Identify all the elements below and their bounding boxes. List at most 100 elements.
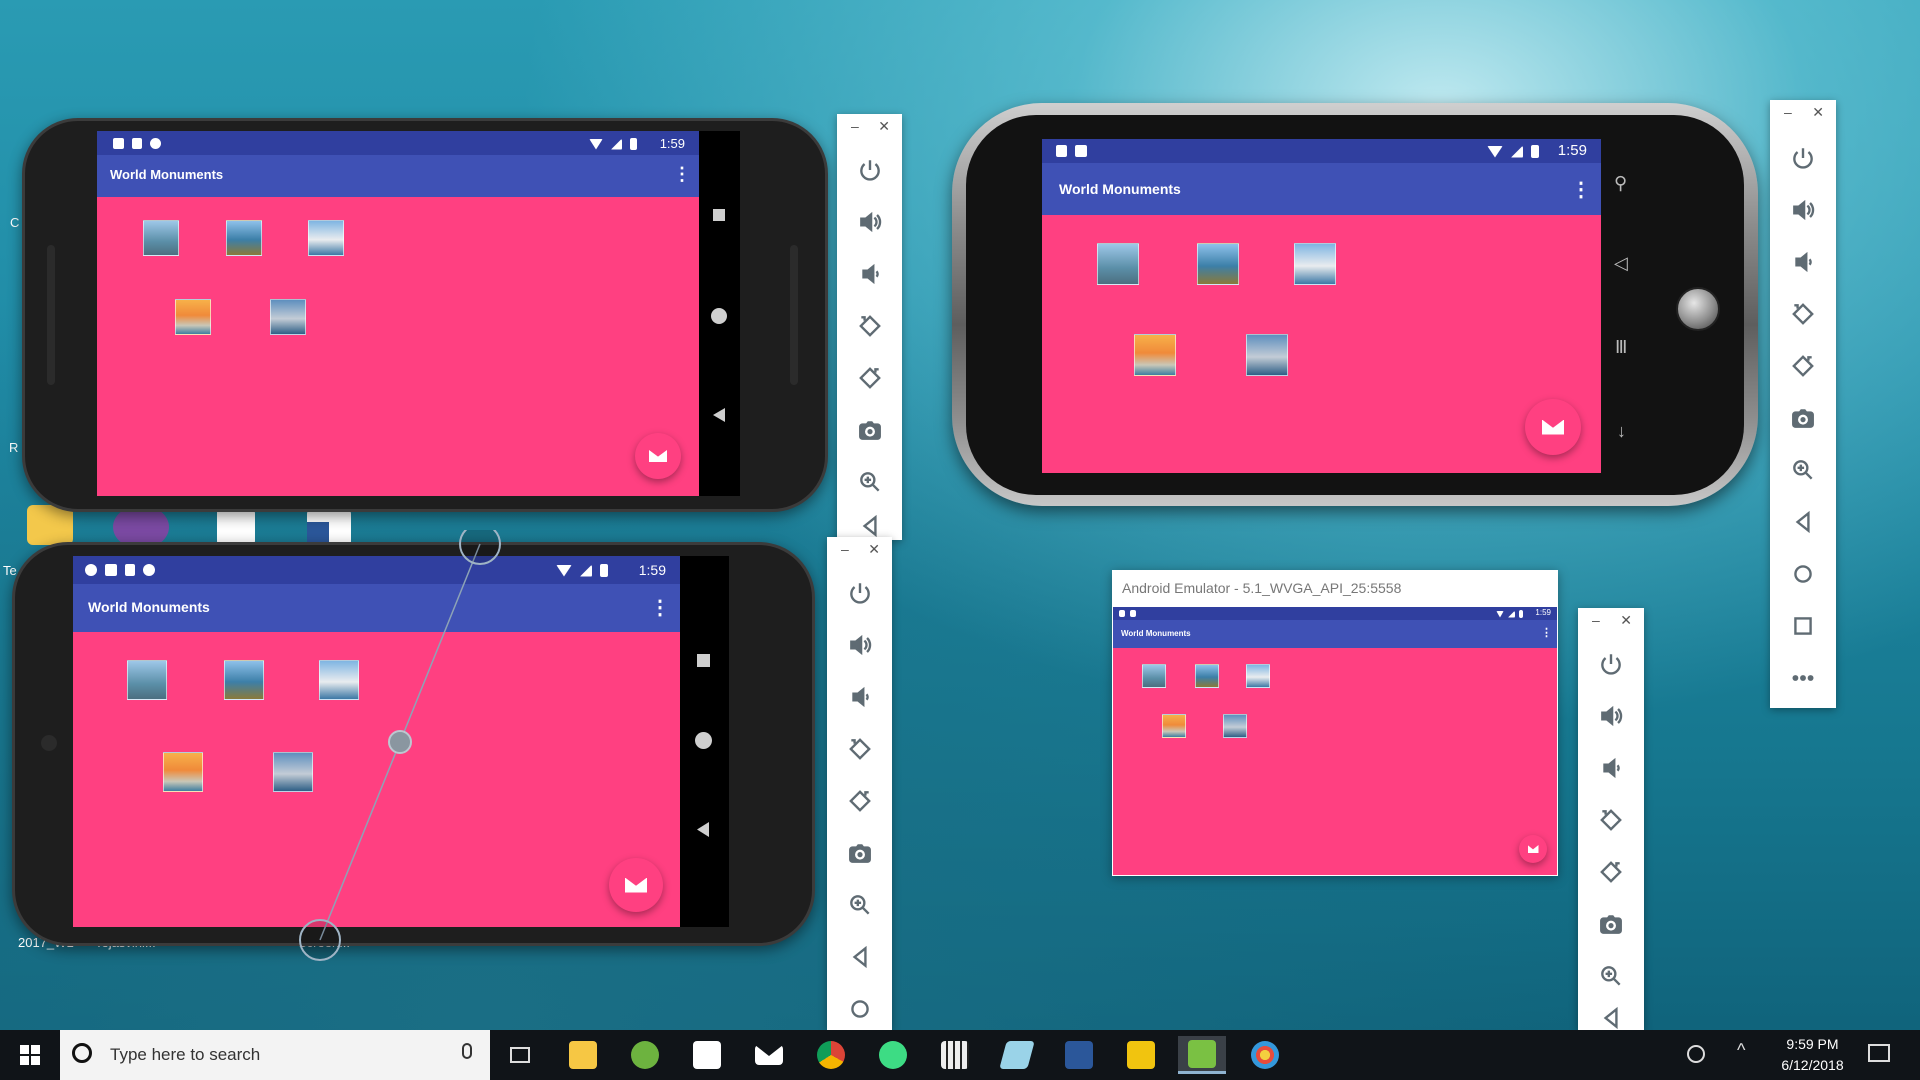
eiffel-tower-thumbnail[interactable] [1195, 664, 1219, 688]
screenshot-button[interactable] [827, 831, 892, 875]
folder-icon[interactable] [27, 505, 73, 545]
sydney-opera-house-thumbnail[interactable] [1294, 243, 1336, 285]
rotate-left-button[interactable] [1578, 798, 1644, 842]
statue-of-liberty-thumbnail[interactable] [1142, 664, 1166, 688]
android-studio-button[interactable] [873, 1036, 913, 1074]
overview-button[interactable] [697, 654, 710, 667]
menu-key[interactable]: Ⅲ [1615, 337, 1627, 358]
search-box[interactable]: Type here to search [60, 1030, 490, 1080]
microphone-icon[interactable] [462, 1043, 472, 1059]
taj-mahal-thumbnail[interactable] [175, 299, 211, 335]
back-key[interactable]: ◁ [1614, 253, 1628, 274]
rotate-left-button[interactable] [837, 304, 902, 348]
clock-date[interactable]: 6/12/2018 [1770, 1057, 1855, 1073]
action-center-icon[interactable] [1868, 1044, 1890, 1062]
eiffel-tower-thumbnail[interactable] [224, 660, 264, 700]
search-key[interactable]: ⚲ [1614, 173, 1627, 194]
taj-mahal-thumbnail[interactable] [1162, 714, 1186, 738]
app-screen[interactable]: 1:59 World Monuments ⋮ [97, 131, 699, 496]
back-button[interactable] [1578, 1006, 1644, 1030]
minimize-button[interactable]: – [851, 118, 859, 134]
back-button[interactable] [837, 512, 902, 540]
sydney-opera-house-thumbnail[interactable] [308, 220, 344, 256]
volume-down-button[interactable] [827, 675, 892, 719]
close-button[interactable]: ✕ [878, 118, 890, 135]
minimize-button[interactable]: – [1784, 104, 1792, 120]
overview-button[interactable] [713, 209, 725, 221]
overflow-menu-button[interactable]: ⋮ [650, 595, 670, 620]
close-button[interactable]: ✕ [1812, 104, 1824, 121]
paint-button[interactable] [1245, 1036, 1285, 1074]
rotate-right-button[interactable] [1770, 344, 1836, 388]
start-button[interactable] [0, 1030, 60, 1080]
rotate-right-button[interactable] [837, 356, 902, 400]
statue-of-liberty-thumbnail[interactable] [127, 660, 167, 700]
zoom-button[interactable] [1770, 448, 1836, 492]
home-button[interactable] [711, 308, 727, 324]
rotate-right-button[interactable] [1578, 850, 1644, 894]
volume-down-button[interactable] [1770, 240, 1836, 284]
rotate-left-button[interactable] [827, 727, 892, 771]
screenshot-button[interactable] [1770, 396, 1836, 440]
sydney-opera-house-thumbnail[interactable] [1246, 664, 1270, 688]
calculator-button[interactable] [935, 1036, 975, 1074]
eiffel-tower-thumbnail[interactable] [226, 220, 262, 256]
tower-bridge-thumbnail[interactable] [1223, 714, 1247, 738]
tower-bridge-thumbnail[interactable] [1246, 334, 1288, 376]
taj-mahal-thumbnail[interactable] [1134, 334, 1176, 376]
home-button[interactable] [695, 732, 712, 749]
email-fab[interactable] [635, 433, 681, 479]
overflow-menu-button[interactable]: ⋮ [1541, 626, 1552, 639]
back-button[interactable] [713, 408, 725, 422]
more-button[interactable] [1770, 656, 1836, 700]
zoom-button[interactable] [827, 883, 892, 927]
file-explorer-button[interactable] [563, 1036, 603, 1074]
rotate-right-button[interactable] [827, 779, 892, 823]
tower-bridge-thumbnail[interactable] [270, 299, 306, 335]
people-icon[interactable] [1687, 1045, 1705, 1063]
sticky-notes-button[interactable] [687, 1036, 727, 1074]
close-button[interactable]: ✕ [868, 541, 880, 558]
close-button[interactable]: ✕ [1620, 612, 1632, 629]
email-fab[interactable] [609, 858, 663, 912]
clock-time[interactable]: 9:59 PM [1770, 1036, 1855, 1052]
mail-button[interactable] [749, 1036, 789, 1074]
overflow-menu-button[interactable]: ⋮ [1571, 177, 1591, 202]
power-button[interactable] [1578, 642, 1644, 686]
word-button[interactable] [1059, 1036, 1099, 1074]
app-screen[interactable]: 1:59 World Monuments ⋮ [1042, 139, 1601, 473]
eiffel-tower-thumbnail[interactable] [1197, 243, 1239, 285]
email-fab[interactable] [1525, 399, 1581, 455]
power-button[interactable] [837, 148, 902, 192]
overview-button[interactable] [1770, 604, 1836, 648]
volume-up-button[interactable] [1578, 694, 1644, 738]
zoom-button[interactable] [837, 460, 902, 504]
home-button[interactable] [1770, 552, 1836, 596]
spring-tool-button[interactable] [625, 1036, 665, 1074]
paint-3d-button[interactable] [997, 1036, 1037, 1074]
back-button[interactable] [1770, 500, 1836, 544]
zoom-button[interactable] [1578, 954, 1644, 998]
volume-down-button[interactable] [837, 252, 902, 296]
show-hidden-icons-button[interactable]: ^ [1737, 1040, 1745, 1061]
taj-mahal-thumbnail[interactable] [163, 752, 203, 792]
overflow-menu-button[interactable]: ⋮ [673, 164, 691, 185]
emulator-button[interactable] [1178, 1036, 1226, 1074]
back-button[interactable] [827, 935, 892, 979]
screenshot-button[interactable] [837, 408, 902, 452]
trackball[interactable] [1676, 287, 1720, 331]
volume-up-button[interactable] [1770, 188, 1836, 232]
task-view-button[interactable] [500, 1036, 540, 1074]
volume-up-button[interactable] [837, 200, 902, 244]
volume-down-button[interactable] [1578, 746, 1644, 790]
edge-icon[interactable] [217, 507, 255, 547]
power-button[interactable] [1770, 136, 1836, 180]
statue-of-liberty-thumbnail[interactable] [143, 220, 179, 256]
rotate-left-button[interactable] [1770, 292, 1836, 336]
android-device-monitor-button[interactable] [1121, 1036, 1161, 1074]
chrome-button[interactable] [811, 1036, 851, 1074]
email-fab[interactable] [1519, 835, 1547, 863]
home-button[interactable] [827, 987, 892, 1030]
app-screen[interactable]: 1:59 World Monuments ⋮ [1113, 607, 1557, 875]
volume-up-button[interactable] [827, 623, 892, 667]
